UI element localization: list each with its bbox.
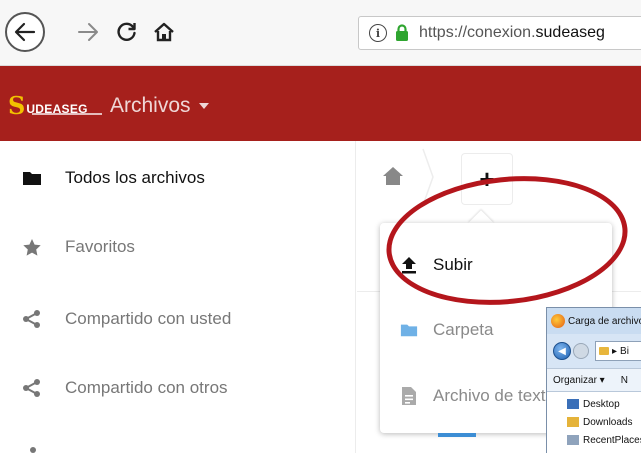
home-button[interactable] bbox=[150, 18, 178, 46]
logo-underline bbox=[32, 113, 102, 115]
lock-icon bbox=[396, 24, 408, 41]
sidebar-item-shared-with-others[interactable]: Compartido con otros bbox=[0, 358, 356, 418]
tree-item-label: Desktop bbox=[583, 398, 620, 410]
dialog-nav-bar: ◀ ▸ Bi bbox=[547, 334, 641, 368]
reload-button[interactable] bbox=[113, 18, 141, 46]
app-title: Archivos bbox=[110, 94, 191, 117]
dialog-title: Carga de archivos bbox=[568, 315, 641, 327]
screen: i https://conexion.sudeaseg S UDEASEG Ar… bbox=[0, 0, 641, 453]
navigation-sidebar: Todos los archivos Favoritos Compartido … bbox=[0, 141, 356, 453]
menu-item-label: Subir bbox=[433, 255, 473, 274]
reload-icon bbox=[117, 22, 136, 41]
info-icon[interactable]: i bbox=[369, 24, 387, 42]
app-header: S UDEASEG Archivos bbox=[0, 66, 641, 141]
dialog-path: Bi bbox=[620, 345, 629, 357]
path-chevron-icon: ▸ bbox=[612, 345, 618, 357]
menu-item-upload[interactable]: Subir bbox=[380, 237, 612, 293]
arrow-right-icon bbox=[78, 23, 98, 41]
caret-down-icon bbox=[198, 103, 209, 109]
sudeaseg-logo[interactable]: S UDEASEG bbox=[8, 91, 102, 120]
share-icon bbox=[22, 309, 42, 329]
sidebar-item-partial-icon bbox=[30, 447, 36, 453]
sidebar-item-label: Favoritos bbox=[65, 237, 135, 256]
url-prefix: https://conexion. bbox=[419, 24, 536, 41]
firefox-icon bbox=[551, 314, 565, 328]
text-file-icon bbox=[400, 387, 418, 405]
home-icon[interactable] bbox=[382, 166, 404, 186]
home-icon bbox=[154, 22, 174, 42]
share-icon bbox=[22, 378, 42, 398]
sidebar-item-all-files[interactable]: Todos los archivos bbox=[0, 148, 356, 208]
dialog-folder-tree: Desktop Downloads RecentPlaces bbox=[547, 392, 641, 453]
tree-item-downloads[interactable]: Downloads bbox=[567, 414, 632, 430]
tree-item-desktop[interactable]: Desktop bbox=[567, 396, 620, 412]
desktop-icon bbox=[567, 399, 579, 409]
tree-item-recent-places[interactable]: RecentPlaces bbox=[567, 432, 641, 448]
url-text: https://conexion.sudeaseg bbox=[419, 24, 605, 42]
folder-icon bbox=[599, 347, 609, 355]
dialog-title-bar[interactable]: Carga de archivos bbox=[547, 308, 641, 334]
dialog-forward-button[interactable] bbox=[573, 343, 589, 359]
address-bar[interactable]: i https://conexion.sudeaseg bbox=[358, 16, 641, 50]
star-icon bbox=[22, 237, 42, 257]
dialog-path-field[interactable]: ▸ Bi bbox=[595, 341, 641, 361]
sidebar-item-shared-with-you[interactable]: Compartido con usted bbox=[0, 289, 356, 349]
downloads-icon bbox=[567, 417, 579, 427]
dialog-back-button[interactable]: ◀ bbox=[553, 342, 571, 360]
recent-places-icon bbox=[567, 435, 579, 445]
progress-accent bbox=[438, 433, 476, 437]
tree-item-label: Downloads bbox=[583, 416, 633, 428]
url-host: sudeaseg bbox=[535, 24, 605, 41]
sidebar-item-label: Compartido con otros bbox=[65, 378, 228, 397]
sidebar-item-label: Todos los archivos bbox=[65, 168, 205, 187]
new-button[interactable]: + bbox=[461, 153, 513, 205]
organize-button[interactable]: Organizar ▾ bbox=[553, 375, 605, 386]
arrow-left-icon bbox=[14, 22, 36, 42]
menu-item-label: Carpeta bbox=[433, 320, 494, 339]
breadcrumb-separator-icon bbox=[422, 148, 434, 206]
breadcrumb: + bbox=[357, 141, 641, 211]
dialog-toolbar: Organizar ▾ N bbox=[547, 368, 641, 392]
file-upload-dialog: Carga de archivos ◀ ▸ Bi Organizar ▾ N D… bbox=[546, 307, 641, 453]
logo-initial: S bbox=[8, 91, 26, 120]
upload-icon bbox=[400, 256, 418, 274]
sidebar-item-label: Compartido con usted bbox=[65, 309, 232, 328]
menu-item-label: Archivo de texto bbox=[433, 386, 555, 405]
plus-icon: + bbox=[479, 164, 495, 194]
back-button[interactable] bbox=[5, 12, 45, 52]
folder-icon bbox=[22, 168, 42, 188]
app-menu-toggle[interactable]: Archivos bbox=[110, 94, 209, 118]
new-folder-button[interactable]: N bbox=[621, 375, 628, 386]
browser-toolbar: i https://conexion.sudeaseg bbox=[0, 0, 641, 66]
sidebar-item-favorites[interactable]: Favoritos bbox=[0, 217, 356, 277]
folder-icon bbox=[400, 321, 418, 339]
forward-button[interactable] bbox=[74, 18, 102, 46]
tree-item-label: RecentPlaces bbox=[583, 434, 641, 446]
